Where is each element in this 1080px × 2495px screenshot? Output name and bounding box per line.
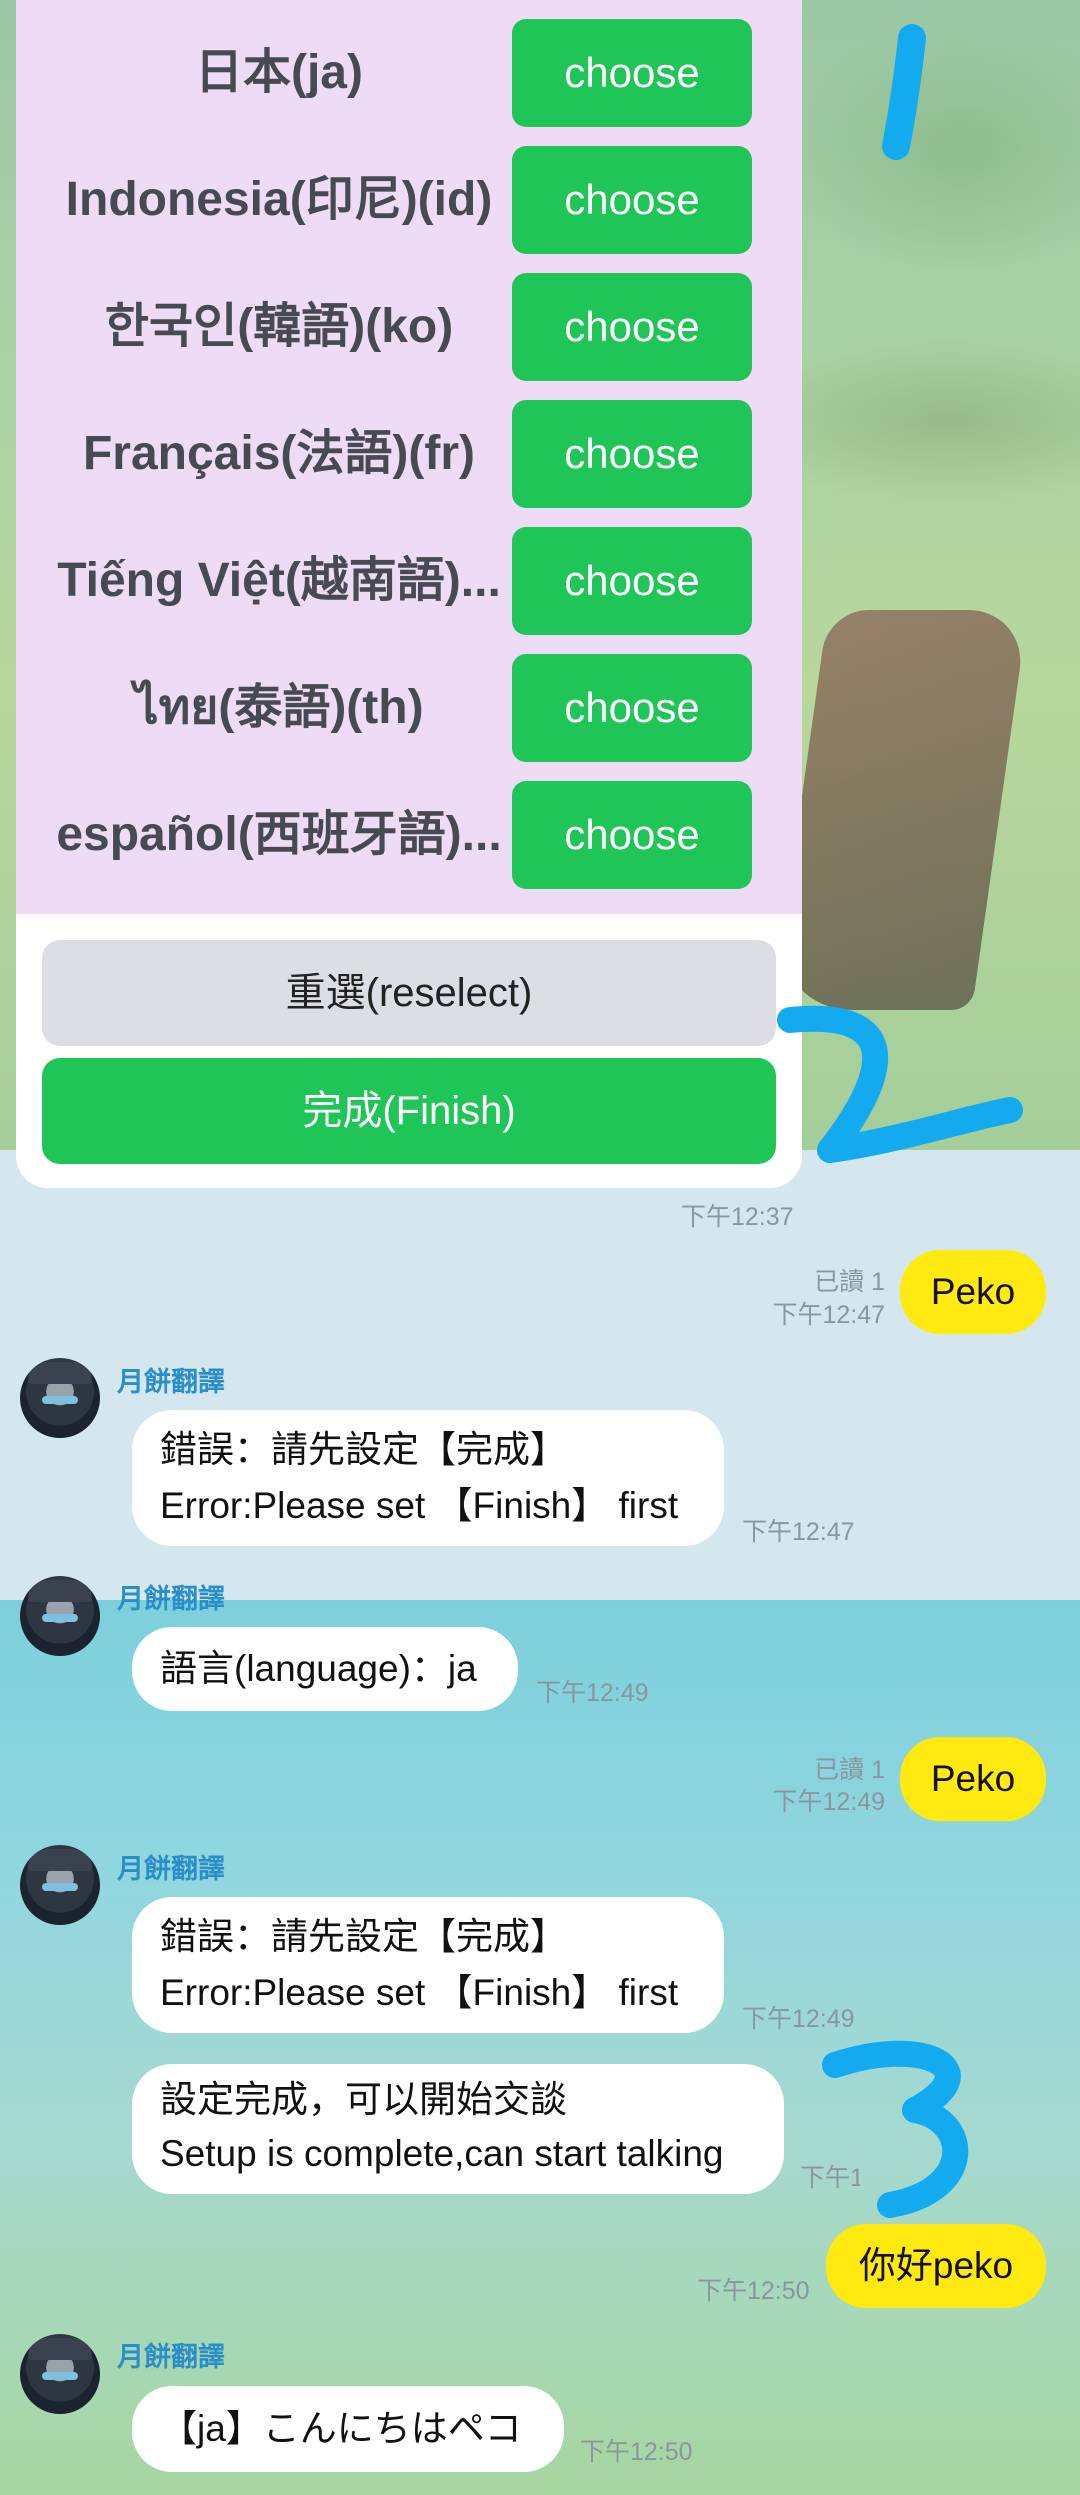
language-name: Tiếng Việt(越南語)... [57, 554, 501, 607]
choose-button-fr[interactable]: choose [512, 400, 752, 508]
sender-name: 月餅翻譯 [117, 1584, 225, 1614]
read-receipt: 已讀 1 [814, 1756, 885, 1784]
language-row-id: Indonesia(印尼)(id) choose [16, 146, 802, 254]
message-timestamp: 下午12:47 [742, 1518, 855, 1546]
sender-name: 月餅翻譯 [117, 1854, 225, 1884]
choose-button-id[interactable]: choose [512, 146, 752, 254]
incoming-message-bubble[interactable]: 錯誤：請先設定【完成】 Error:Please set 【Finish】 fi… [132, 1897, 724, 2033]
outgoing-message-bubble[interactable]: Peko [900, 1250, 1046, 1334]
message-line: 錯誤：請先設定【完成】 [160, 1429, 567, 1470]
language-row-ja: 日本(ja) choose [16, 19, 802, 127]
bot-avatar[interactable] [20, 1576, 100, 1656]
language-name: Français(法語)(fr) [82, 427, 476, 480]
bot-avatar[interactable] [20, 1358, 100, 1438]
bot-avatar[interactable] [20, 2334, 100, 2414]
reselect-button[interactable]: 重選(reselect) [42, 940, 776, 1046]
card-timestamp: 下午12:37 [681, 1203, 794, 1231]
choose-button-es[interactable]: choose [512, 781, 752, 889]
sender-name: 月餅翻譯 [117, 1367, 225, 1397]
language-list: 日本(ja) choose Indonesia(印尼)(id) choose 한… [16, 0, 802, 914]
bot-avatar[interactable] [20, 1845, 100, 1925]
language-row-vi: Tiếng Việt(越南語)... choose [16, 527, 802, 635]
message-timestamp: 下午12:49 [800, 2164, 860, 2192]
message-line: 【ja】こんにちはペコ [160, 2408, 522, 2449]
incoming-message-bubble[interactable]: 語言(language)：ja [132, 1627, 518, 1711]
message-line: 設定完成，可以開始交談 [160, 2079, 567, 2120]
language-row-fr: Français(法語)(fr) choose [16, 400, 802, 508]
incoming-message-bubble[interactable]: 【ja】こんにちはペコ [132, 2386, 564, 2472]
message-timestamp: 下午12:47 [772, 1301, 885, 1329]
language-name: 日本(ja) [194, 46, 363, 99]
message-timestamp: 下午12:50 [580, 2438, 693, 2466]
read-receipt: 已讀 1 [814, 1268, 885, 1296]
message-line: Error:Please set 【Finish】 first [160, 1485, 679, 1526]
message-line: Setup is complete,can start talking [160, 2133, 724, 2174]
choose-button-ja[interactable]: choose [512, 19, 752, 127]
finish-button[interactable]: 完成(Finish) [42, 1058, 776, 1164]
language-name: español(西班牙語)... [56, 808, 502, 861]
language-row-ko: 한국인(韓語)(ko) choose [16, 273, 802, 381]
language-name: Indonesia(印尼)(id) [65, 173, 493, 226]
message-timestamp: 下午12:49 [772, 1788, 885, 1816]
message-timestamp: 下午12:49 [742, 2005, 855, 2033]
incoming-message-bubble[interactable]: 錯誤：請先設定【完成】 Error:Please set 【Finish】 fi… [132, 1410, 724, 1546]
choose-button-vi[interactable]: choose [512, 527, 752, 635]
language-row-th: ไทย(泰語)(th) choose [16, 654, 802, 762]
message-line: Error:Please set 【Finish】 first [160, 1972, 679, 2013]
message-timestamp: 下午12:50 [697, 2277, 810, 2305]
outgoing-message-bubble[interactable]: 你好peko [826, 2224, 1046, 2308]
choose-button-th[interactable]: choose [512, 654, 752, 762]
language-selection-card: 日本(ja) choose Indonesia(印尼)(id) choose 한… [16, 0, 802, 1188]
message-timestamp: 下午12:49 [536, 1679, 649, 1707]
language-name: ไทย(泰語)(th) [134, 681, 424, 734]
language-name: 한국인(韓語)(ko) [104, 300, 454, 353]
message-line: 語言(language)：ja [160, 1648, 477, 1689]
incoming-message-bubble[interactable]: 設定完成，可以開始交談 Setup is complete,can start … [132, 2064, 784, 2194]
sender-name: 月餅翻譯 [117, 2342, 225, 2372]
choose-button-ko[interactable]: choose [512, 273, 752, 381]
language-row-es: español(西班牙語)... choose [16, 781, 802, 889]
annotation-number-1 [882, 24, 926, 160]
message-line: 錯誤：請先設定【完成】 [160, 1916, 567, 1957]
annotation-number-2 [777, 1005, 1023, 1163]
outgoing-message-bubble[interactable]: Peko [900, 1737, 1046, 1821]
